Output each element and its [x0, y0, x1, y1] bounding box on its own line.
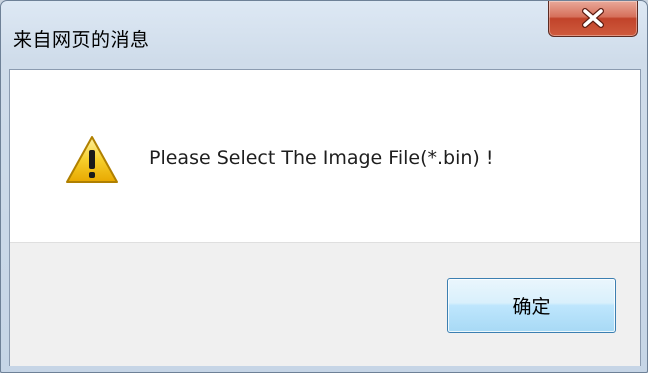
title-bar[interactable]: 来自网页的消息 [1, 1, 647, 69]
message-text: Please Select The Image File(*.bin) ! [149, 147, 494, 169]
window-title: 来自网页的消息 [13, 29, 150, 51]
ok-button[interactable]: 确定 [447, 278, 616, 333]
close-icon [582, 8, 604, 28]
dialog-window: 来自网页的消息 Please Select The Image File(*.b… [0, 0, 648, 373]
close-button[interactable] [548, 1, 638, 37]
dialog-body: Please Select The Image File(*.bin) ! 确定 [9, 69, 641, 366]
button-bar: 确定 [10, 242, 640, 366]
message-area: Please Select The Image File(*.bin) ! [10, 70, 640, 242]
warning-icon [66, 136, 118, 183]
